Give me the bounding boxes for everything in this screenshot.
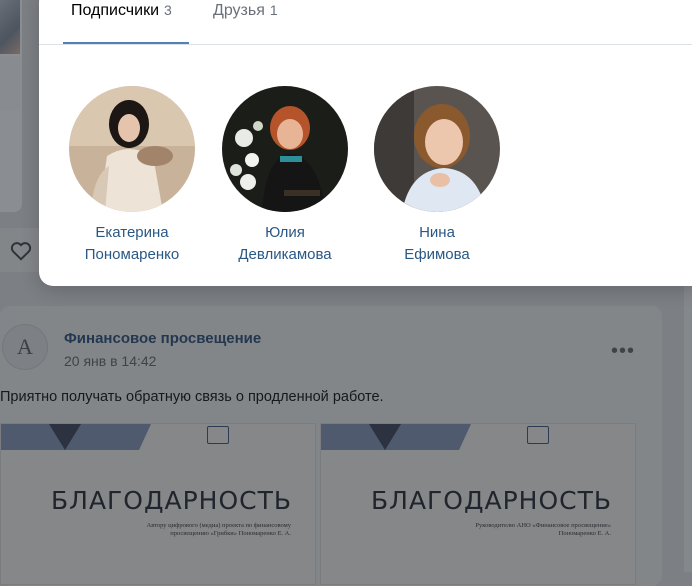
followers-popup: Подписчики 3 Друзья 1 Екатерина Пономаренк… xyxy=(39,0,692,286)
follower-avatar[interactable] xyxy=(69,86,195,212)
background-sidebar-strip xyxy=(0,0,22,212)
follower-card[interactable]: Нина Ефимова xyxy=(362,86,512,266)
document-logo-icon xyxy=(207,426,229,444)
popup-tabs: Подписчики 3 Друзья 1 xyxy=(39,0,692,45)
tab-followers[interactable]: Подписчики 3 xyxy=(63,0,189,44)
post-author-avatar[interactable]: A xyxy=(2,324,48,370)
document-title: БЛАГОДАРНОСТЬ xyxy=(51,486,293,515)
document-subtitle: Руководителю АНО «Финансовое просвещение… xyxy=(475,522,611,537)
follower-avatar[interactable] xyxy=(374,86,500,212)
tab-friends[interactable]: Друзья 1 xyxy=(213,0,293,44)
background-thumbnail xyxy=(0,56,20,110)
follower-card[interactable]: Юлия Девликамова xyxy=(210,86,360,266)
follower-last-name[interactable]: Ефимова xyxy=(362,244,512,266)
follower-first-name[interactable]: Юлия xyxy=(210,222,360,244)
tab-friends-count: 1 xyxy=(269,2,278,18)
post-attachment-image[interactable]: БЛАГОДАРНОСТЬ Автору цифрового (медиа) п… xyxy=(1,424,315,584)
follower-last-name[interactable]: Пономаренко xyxy=(57,244,207,266)
follower-avatar[interactable] xyxy=(222,86,348,212)
heart-icon xyxy=(10,242,32,261)
tab-friends-label: Друзья xyxy=(213,2,265,19)
follower-first-name[interactable]: Нина xyxy=(362,222,512,244)
follower-card[interactable]: Екатерина Пономаренко xyxy=(57,86,207,266)
avatar-letter: A xyxy=(17,334,33,359)
post-author-name[interactable]: Финансовое просвещение xyxy=(64,330,261,347)
post-attachment-image[interactable]: БЛАГОДАРНОСТЬ Руководителю АНО «Финансов… xyxy=(321,424,635,584)
post-text: Приятно получать обратную связь о продле… xyxy=(0,389,384,405)
tab-followers-label: Подписчики xyxy=(71,2,160,19)
follower-first-name[interactable]: Екатерина xyxy=(57,222,207,244)
background-thumbnail xyxy=(0,0,20,54)
more-options-icon[interactable]: ••• xyxy=(611,340,635,363)
follower-last-name[interactable]: Девликамова xyxy=(210,244,360,266)
tab-followers-count: 3 xyxy=(164,2,172,18)
document-subtitle: Автору цифрового (медиа) проекта по фина… xyxy=(146,522,292,537)
document-logo-icon xyxy=(527,426,549,444)
post-date[interactable]: 20 янв в 14:42 xyxy=(64,353,156,369)
document-title: БЛАГОДАРНОСТЬ xyxy=(371,486,613,515)
